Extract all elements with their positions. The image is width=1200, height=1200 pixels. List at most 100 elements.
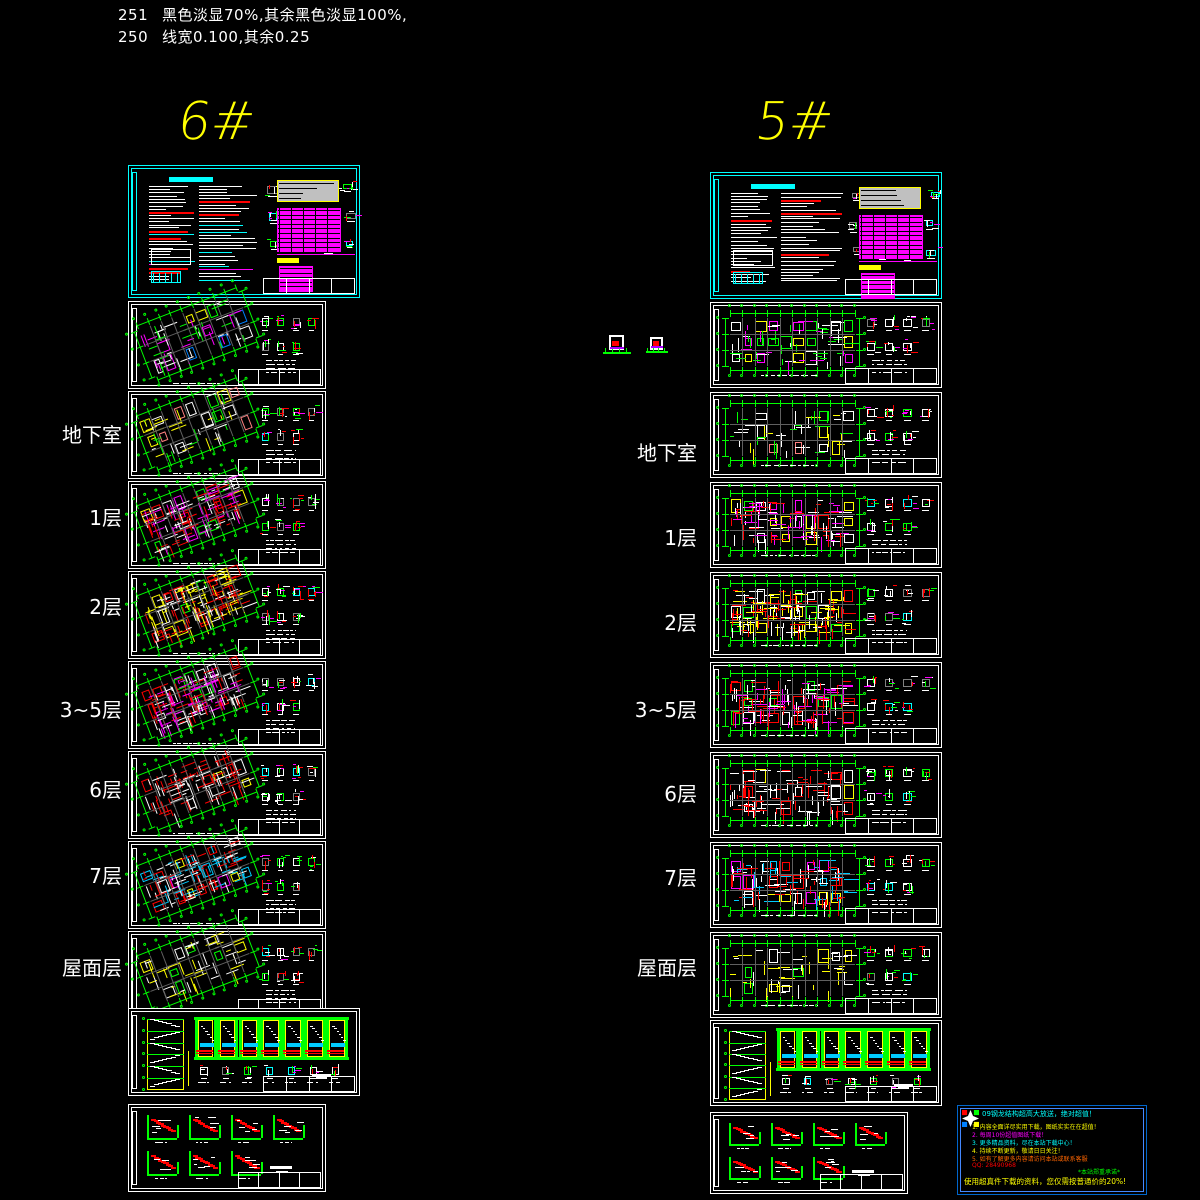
plan-slab-region	[730, 321, 741, 331]
stair-tread	[166, 1034, 172, 1036]
schedule-text	[872, 813, 880, 815]
stair-tread	[150, 1085, 156, 1087]
sheet-5-foundation-plan[interactable]	[710, 302, 942, 388]
detail-stem	[296, 676, 298, 683]
sheet-5-basement-plan[interactable]	[710, 392, 942, 478]
detail-stem	[279, 879, 281, 884]
schedule-text	[291, 360, 296, 362]
sheet-6-basement-plan[interactable]	[124, 369, 326, 479]
plan-rebar-stroke	[823, 523, 825, 530]
detail-rebar	[867, 597, 874, 599]
mini-detail	[275, 494, 288, 511]
sheet-5-floor-6-plan[interactable]	[710, 752, 942, 838]
plan-rebar-stroke	[755, 616, 757, 628]
mini-detail	[864, 339, 883, 355]
sheet-5-floor-1-plan[interactable]	[710, 482, 942, 568]
plan-rebar-stroke	[738, 784, 740, 792]
plan-dimension-tick	[754, 727, 756, 735]
plan-rebar-stroke	[755, 351, 757, 359]
notes-text-line	[199, 221, 240, 222]
plan-axis-bubble	[862, 332, 866, 336]
plan-rebar-stroke	[821, 897, 823, 908]
sheet-5-structural-general-notes[interactable]	[710, 172, 944, 299]
detail-stem	[294, 412, 296, 416]
detail-rebar	[260, 616, 266, 618]
plan-rebar-stroke	[775, 608, 777, 614]
title-block-cell	[846, 819, 869, 833]
plan-grid-line	[779, 498, 781, 547]
detail-dimension	[346, 247, 353, 249]
floor-plan-body	[715, 844, 866, 918]
sheet-6-floor-3-5-plan[interactable]	[124, 639, 326, 749]
sheet-title-block	[845, 368, 937, 384]
stair-tread	[166, 1057, 172, 1059]
stair-flight-hatch	[200, 1025, 204, 1027]
notes-text-line	[199, 189, 227, 191]
plan-caption	[761, 375, 765, 377]
detail-stem	[293, 679, 295, 689]
detail-outline	[903, 679, 912, 687]
plan-slab-region	[844, 769, 854, 783]
notes-text-line	[149, 214, 171, 216]
sheet-6-stair-details[interactable]	[128, 1104, 326, 1192]
title-block-cell	[259, 820, 280, 834]
detail-dimension	[262, 959, 268, 961]
plan-dimension-tick	[148, 376, 156, 381]
sheet-5-floor-3-5-plan[interactable]	[710, 662, 942, 748]
stair-rebar-band	[327, 1049, 345, 1052]
detail-stem	[889, 677, 891, 683]
sheet-6-floor-1-plan[interactable]	[124, 459, 326, 569]
plan-rebar-stroke	[739, 698, 741, 715]
plan-axis-bubble	[740, 824, 744, 828]
plan-dimension-tick	[779, 400, 781, 408]
sheet-6-floor-2-plan[interactable]	[124, 549, 326, 659]
notes-text-line	[149, 224, 191, 226]
detail-rebar	[895, 709, 898, 711]
floor-label-6-5: 6层	[664, 782, 697, 806]
detail-stem	[923, 770, 925, 778]
plan-axis-bubble	[740, 304, 744, 308]
plan-dimension-tick	[792, 850, 794, 858]
plan-axis-bubble	[136, 543, 141, 548]
detail-stem	[874, 856, 876, 866]
detail-dimension	[904, 714, 911, 715]
sheet-6-roof-plan[interactable]	[124, 909, 326, 1019]
sheet-6-structural-general-notes[interactable]	[128, 165, 362, 298]
detail-rebar	[346, 187, 350, 189]
detail-stem	[885, 704, 887, 710]
plan-dimension-tick	[842, 547, 844, 555]
detail-stem	[905, 791, 907, 800]
stair-flight-hatch	[316, 1034, 320, 1035]
sheet-5-floor-2-plan[interactable]	[710, 572, 942, 658]
sheet-6-floor-7-plan[interactable]	[124, 819, 326, 929]
detail-outline	[261, 318, 269, 327]
sheet-6-stair-sections[interactable]	[128, 1008, 360, 1096]
detail-stem	[268, 339, 270, 345]
header-note-number: 250	[118, 28, 149, 46]
schedule-text	[898, 723, 906, 725]
plan-slab-region	[794, 441, 803, 455]
plan-rebar-stroke	[812, 590, 826, 592]
sheet-6-floor-6-plan[interactable]	[124, 729, 326, 839]
sheet-6-foundation-plan[interactable]	[124, 279, 326, 389]
schedule-text	[903, 539, 907, 541]
plan-dimension-tick	[721, 726, 729, 728]
schedule-text	[289, 630, 293, 632]
detail-dimension	[262, 419, 268, 421]
detail-stem	[300, 612, 302, 618]
detail-stem	[297, 882, 299, 888]
detail-dimension	[262, 509, 268, 511]
detail-rebar	[267, 432, 273, 434]
plan-rebar-stroke	[837, 894, 839, 901]
plan-dimension-tick	[817, 457, 819, 465]
detail-dimension	[270, 223, 277, 225]
detail-rebar	[309, 866, 313, 868]
schedule-text	[274, 810, 279, 812]
stair-flight-hatch	[255, 1039, 259, 1041]
notes-text-line	[199, 266, 230, 268]
sheet-5-floor-7-plan[interactable]	[710, 842, 942, 928]
detail-rebar	[870, 502, 874, 504]
plan-rebar-stroke	[783, 590, 785, 603]
mini-detail	[259, 674, 275, 691]
plan-grid-line	[842, 318, 844, 367]
